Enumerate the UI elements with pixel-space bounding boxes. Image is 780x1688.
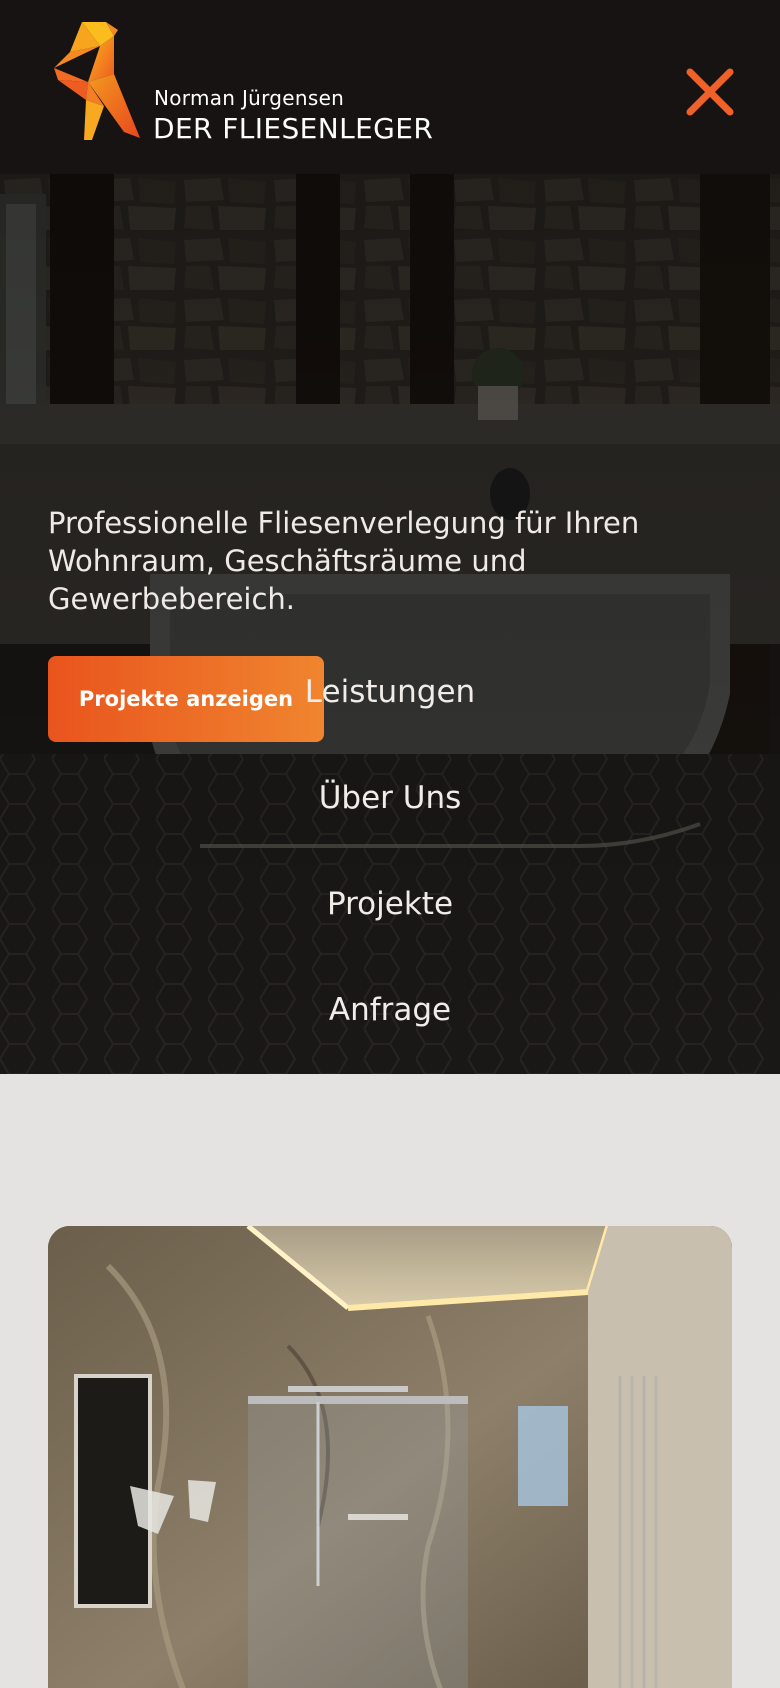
hero-section: Professionelle Fliesenverlegung für Ihre… (0, 174, 780, 1074)
hero-bathroom-image (0, 174, 780, 1074)
brand-name: DER FLIESENLEGER (153, 112, 434, 145)
hero-headline: Professionelle Fliesenverlegung für Ihre… (48, 506, 640, 616)
project-shower-image (48, 1226, 732, 1688)
brand-owner-name: Norman Jürgensen (154, 86, 345, 110)
project-card[interactable] (48, 1226, 732, 1688)
menu-item-leistungen[interactable]: Leistungen (0, 674, 780, 710)
origami-bird-logo[interactable] (52, 22, 142, 140)
menu-item-anfrage[interactable]: Anfrage (0, 992, 780, 1028)
menu-item-ueber-uns[interactable]: Über Uns (0, 780, 780, 816)
menu-item-projekte[interactable]: Projekte (0, 886, 780, 922)
site-header: Norman Jürgensen DER FLIESENLEGER (0, 0, 780, 174)
close-icon[interactable] (682, 64, 738, 120)
